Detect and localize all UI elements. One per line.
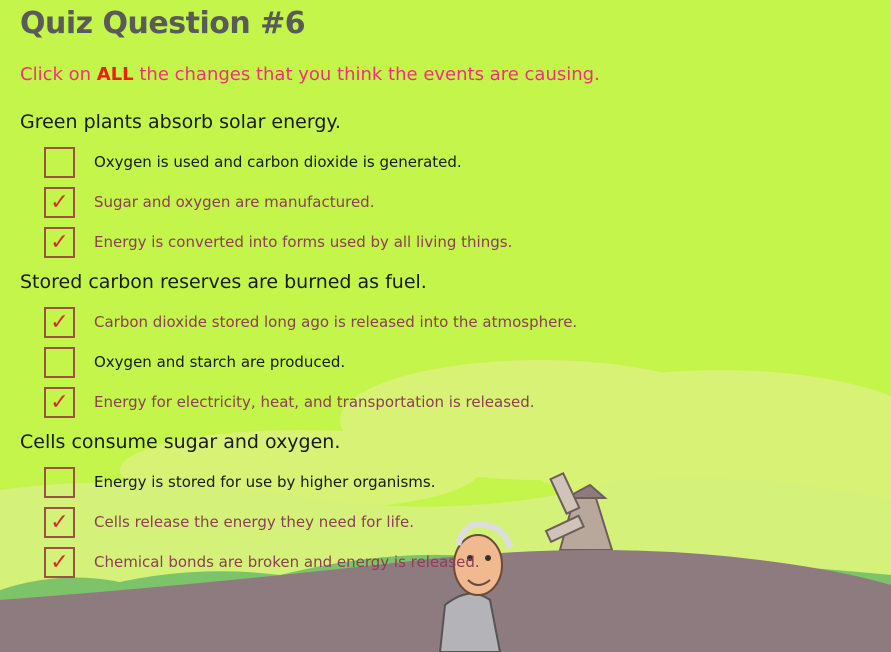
option-energy-stored[interactable]: Energy is stored for use by higher organ…: [44, 465, 435, 499]
checkbox[interactable]: [44, 346, 75, 378]
option-sugar-oxygen[interactable]: ✓ Sugar and oxygen are manufactured.: [44, 185, 374, 219]
option-energy-electricity[interactable]: ✓ Energy for electricity, heat, and tran…: [44, 385, 535, 419]
checkbox[interactable]: ✓: [44, 226, 75, 258]
option-label: Energy is converted into forms used by a…: [94, 233, 513, 251]
checkbox[interactable]: ✓: [44, 386, 75, 418]
instruction-text: Click on ALL the changes that you think …: [20, 64, 600, 85]
option-label: Oxygen and starch are produced.: [94, 353, 346, 371]
option-oxygen-starch[interactable]: Oxygen and starch are produced.: [44, 345, 345, 379]
option-label: Energy for electricity, heat, and transp…: [94, 393, 535, 411]
option-label: Energy is stored for use by higher organ…: [94, 473, 436, 491]
instruction-suffix: the changes that you think the events ar…: [133, 64, 600, 85]
quiz-content: Quiz Question #6 Click on ALL the change…: [0, 0, 891, 652]
option-bonds-broken[interactable]: ✓ Chemical bonds are broken and energy i…: [44, 545, 480, 579]
instruction-emphasis: ALL: [96, 64, 134, 85]
question-1: Green plants absorb solar energy.: [20, 111, 341, 133]
option-label: Chemical bonds are broken and energy is …: [94, 553, 480, 571]
checkbox[interactable]: ✓: [44, 186, 75, 218]
option-label: Sugar and oxygen are manufactured.: [94, 193, 375, 211]
checkbox[interactable]: ✓: [44, 506, 75, 538]
option-label: Oxygen is used and carbon dioxide is gen…: [94, 153, 462, 171]
question-2: Stored carbon reserves are burned as fue…: [20, 271, 427, 293]
option-label: Carbon dioxide stored long ago is releas…: [94, 313, 578, 331]
question-3: Cells consume sugar and oxygen.: [20, 431, 341, 453]
checkbox[interactable]: ✓: [44, 546, 75, 578]
checkbox[interactable]: ✓: [44, 306, 75, 338]
checkbox[interactable]: [44, 146, 75, 178]
option-carbon-released[interactable]: ✓ Carbon dioxide stored long ago is rele…: [44, 305, 577, 339]
option-oxygen-used[interactable]: Oxygen is used and carbon dioxide is gen…: [44, 145, 462, 179]
instruction-prefix: Click on: [20, 64, 97, 85]
option-cells-release[interactable]: ✓ Cells release the energy they need for…: [44, 505, 414, 539]
page-title: Quiz Question #6: [20, 6, 306, 41]
option-energy-converted[interactable]: ✓ Energy is converted into forms used by…: [44, 225, 512, 259]
option-label: Cells release the energy they need for l…: [94, 513, 415, 531]
checkbox[interactable]: [44, 466, 75, 498]
